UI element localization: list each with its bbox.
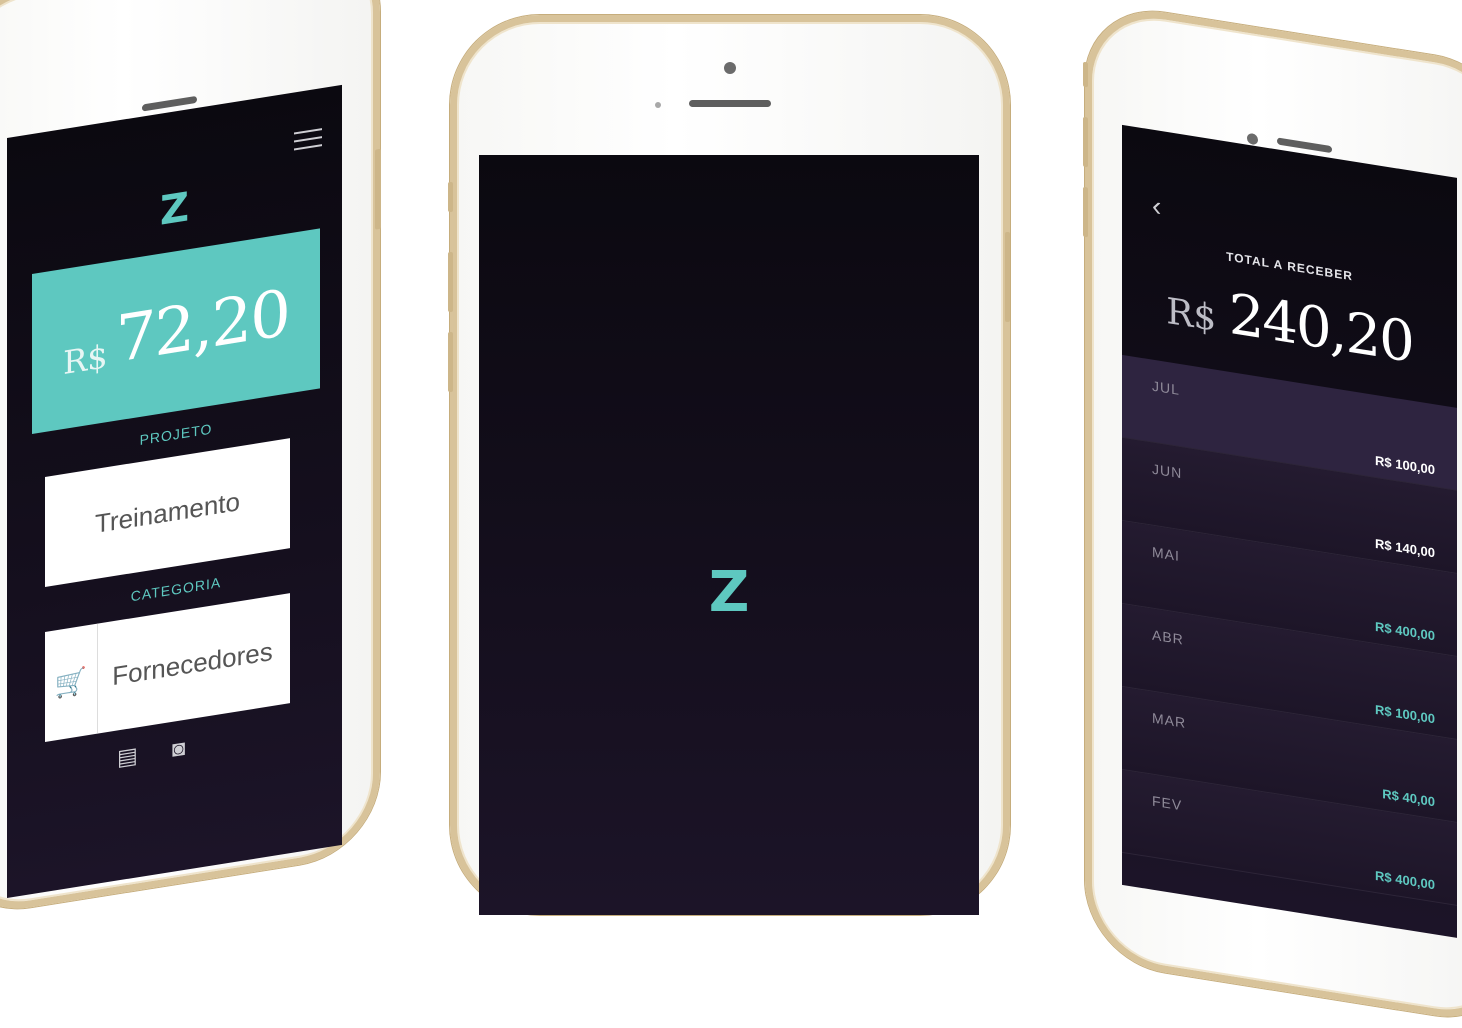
project-value: Treinamento — [95, 485, 240, 539]
volume-down-button — [448, 332, 453, 392]
month-list: JUL R$ 100,00 JUN R$ 140,00 MAI R$ 400,0… — [1122, 354, 1457, 906]
month-value: R$ 100,00 — [1375, 701, 1435, 727]
total-value: 240,20 — [1228, 281, 1413, 376]
month-value: R$ 400,00 — [1375, 618, 1435, 644]
volume-up-button — [448, 252, 453, 312]
currency-label: R$ — [1166, 290, 1217, 340]
month-name: JUN — [1152, 460, 1183, 482]
mute-switch — [1083, 61, 1088, 88]
project-card[interactable]: Treinamento — [45, 438, 290, 587]
currency-label: R$ — [63, 337, 108, 383]
volume-down-button — [1083, 186, 1088, 238]
left-screen: Z R$ 72,20 PROJETO Treinamento CATEGORIA… — [7, 84, 342, 898]
side-button — [375, 148, 381, 230]
month-name: FEV — [1152, 792, 1183, 814]
back-chevron-icon[interactable]: ‹ — [1152, 190, 1161, 223]
phone-center: Z — [448, 15, 1010, 915]
volume-up-button — [1083, 116, 1088, 168]
amount-display: R$ 72,20 — [32, 228, 320, 435]
menu-icon[interactable] — [294, 128, 322, 156]
month-value: R$ 140,00 — [1375, 535, 1435, 561]
month-name: ABR — [1152, 626, 1184, 648]
category-card[interactable]: 🛒 Fornecedores — [45, 593, 290, 742]
category-value: Fornecedores — [112, 635, 273, 691]
comment-icon[interactable]: ▤ — [117, 742, 138, 771]
cart-icon: 🛒 — [45, 623, 98, 742]
amount-value: 72,20 — [115, 276, 289, 378]
mute-switch — [448, 182, 453, 212]
earpiece-speaker — [689, 100, 771, 107]
logo-icon: Z — [708, 560, 750, 625]
month-value: R$ 40,00 — [1382, 786, 1435, 810]
phone-right: ‹ TOTAL A RECEBER R$ 240,20 JUL R$ 100,0… — [1083, 0, 1462, 1028]
month-value: R$ 100,00 — [1375, 452, 1435, 478]
center-screen: Z — [479, 155, 979, 915]
month-name: MAI — [1152, 543, 1180, 565]
phone-left: Z R$ 72,20 PROJETO Treinamento CATEGORIA… — [0, 0, 381, 920]
month-name: MAR — [1152, 709, 1187, 732]
front-camera — [724, 62, 736, 74]
right-screen: ‹ TOTAL A RECEBER R$ 240,20 JUL R$ 100,0… — [1122, 124, 1457, 938]
proximity-sensor — [655, 102, 661, 108]
month-value: R$ 400,00 — [1375, 867, 1435, 893]
month-name: JUL — [1152, 377, 1180, 399]
camera-icon[interactable]: ◙ — [172, 735, 185, 763]
front-camera — [1247, 132, 1258, 146]
power-button — [1005, 232, 1010, 322]
